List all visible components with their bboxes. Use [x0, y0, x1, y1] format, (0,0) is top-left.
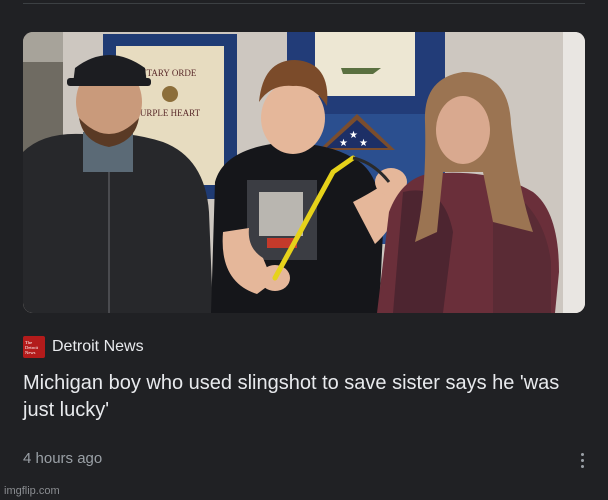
article-headline[interactable]: Michigan boy who used slingshot to save … [23, 370, 583, 424]
news-card[interactable]: ITARY ORDE URPLE HEART ★ ★ ★ The Detroit… [0, 0, 608, 500]
news-source[interactable]: The Detroit News Detroit News [23, 336, 144, 358]
article-photo: ITARY ORDE URPLE HEART ★ ★ ★ [23, 32, 585, 313]
article-thumbnail[interactable]: ITARY ORDE URPLE HEART ★ ★ ★ [23, 32, 585, 313]
svg-text:★: ★ [349, 130, 358, 141]
detroit-news-logo-icon: The Detroit News [23, 336, 45, 358]
svg-text:★: ★ [339, 138, 348, 149]
plaque-line-2: URPLE HEART [140, 108, 201, 118]
article-age: 4 hours ago [23, 450, 103, 467]
more-vert-icon[interactable] [572, 449, 592, 471]
imgflip-watermark: imgflip.com [4, 485, 60, 497]
svg-text:★: ★ [359, 138, 368, 149]
source-name: Detroit News [52, 338, 144, 355]
plaque-line-1: ITARY ORDE [144, 68, 197, 78]
logo-line-3: News [25, 349, 36, 355]
